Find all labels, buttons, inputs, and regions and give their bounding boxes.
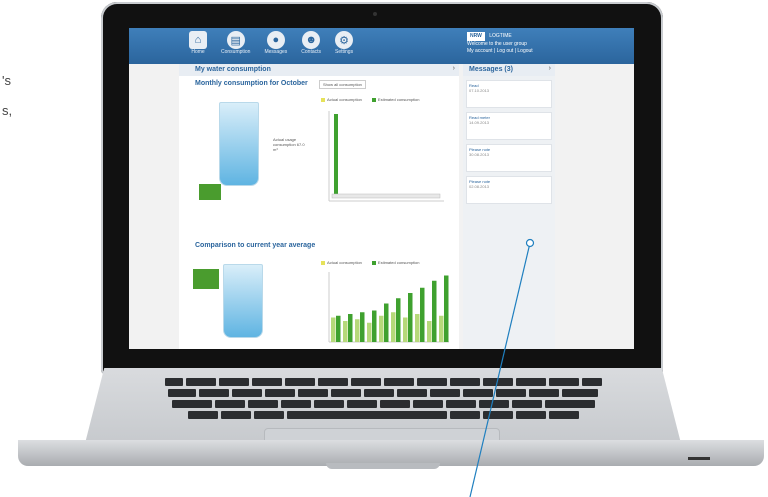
legend-actual-label: Actual consumption: [327, 97, 362, 102]
legend-estimated-label: Estimated consumption: [377, 97, 420, 102]
collapse-icon[interactable]: ›: [453, 65, 455, 72]
camera: [373, 12, 377, 16]
comparison-chart: [328, 272, 449, 343]
nav-home-label: Home: [191, 49, 205, 55]
messages-panel: Messages (3) › Read 07.10.2013 Read meter…: [463, 64, 555, 349]
app-header: ⌂ Home ▤ Consumption ● Messages ☻ Contac…: [129, 28, 634, 64]
glass-illustration-2: [223, 264, 263, 338]
user-heading: LOGTIME: [489, 33, 512, 39]
monthly-chart: [328, 111, 444, 202]
lid-notch: [326, 463, 440, 469]
side-text-bottom: s,: [2, 103, 13, 118]
bar-estimated: [384, 303, 389, 342]
contacts-icon: ☻: [302, 31, 321, 49]
messages-expand-icon[interactable]: ›: [549, 65, 551, 72]
side-text-top: 's: [2, 73, 11, 88]
message-item[interactable]: Please note 02.08.2013: [466, 176, 552, 204]
comparison-legend-actual: Actual consumption: [321, 260, 362, 265]
user-links[interactable]: My account | Log out | Logout: [467, 48, 533, 54]
bar-actual: [379, 315, 384, 342]
message-date: 02.08.2013: [469, 184, 490, 189]
bar-estimated: [432, 280, 437, 342]
glass-tag-2: [193, 269, 219, 289]
glass-illustration-1: [219, 102, 259, 186]
comparison-legend-estimated: Estimated consumption: [371, 260, 420, 265]
comparison-legend-actual-label: Actual consumption: [327, 260, 362, 265]
bar-actual: [367, 322, 372, 342]
messages-title: Messages (3): [469, 66, 513, 73]
legend-estimated: Estimated consumption: [371, 97, 420, 102]
nav-home[interactable]: ⌂ Home: [189, 31, 207, 55]
nav-messages[interactable]: ● Messages: [264, 31, 287, 55]
main-title: My water consumption: [195, 66, 271, 73]
laptop-screen: ⌂ Home ▤ Consumption ● Messages ☻ Contac…: [129, 28, 634, 349]
nav-consumption-label: Consumption: [221, 49, 251, 55]
bar-actual: [439, 315, 444, 342]
message-item[interactable]: Read meter 14.09.2013: [466, 112, 552, 140]
bar-estimated: [420, 287, 425, 342]
bar-actual: [343, 321, 348, 342]
nav-contacts[interactable]: ☻ Contacts: [301, 31, 321, 55]
comparison-legend: Actual consumption Estimated consumption: [321, 260, 420, 265]
bar-actual: [427, 321, 432, 342]
bar-actual: [355, 319, 360, 342]
main-panel: My water consumption › Monthly consumpti…: [179, 64, 459, 349]
monthly-title: Monthly consumption for October: [195, 80, 308, 87]
message-item[interactable]: Read 07.10.2013: [466, 80, 552, 108]
legend-actual: Actual consumption: [321, 97, 362, 102]
main-nav: ⌂ Home ▤ Consumption ● Messages ☻ Contac…: [189, 31, 353, 55]
bar-estimated: [444, 275, 449, 342]
comparison-title: Comparison to current year average: [195, 242, 316, 249]
bar-actual: [331, 317, 336, 342]
main-title-bar: My water consumption ›: [179, 64, 459, 76]
brand-logo: NRW: [467, 32, 485, 41]
user-welcome: Welcome to the user group: [467, 41, 527, 47]
nav-contacts-label: Contacts: [301, 49, 321, 55]
bar-actual: [391, 312, 396, 342]
bar-estimated: [408, 293, 413, 342]
monthly-select[interactable]: Show all consumption: [319, 80, 366, 89]
glass-tag-1: [199, 184, 221, 200]
home-icon: ⌂: [189, 31, 207, 49]
monthly-legend: Actual consumption Estimated consumption: [321, 97, 420, 102]
nav-settings[interactable]: ⚙ Settings: [335, 31, 353, 55]
message-item[interactable]: Please note 30.08.2013: [466, 144, 552, 172]
bar-actual: [403, 317, 408, 342]
bar-actual: [415, 314, 420, 342]
keyboard: [113, 378, 653, 423]
bar-estimated: [348, 314, 353, 342]
bar-estimated: [336, 315, 341, 342]
bar-estimated: [360, 312, 365, 342]
message-date: 14.09.2013: [469, 120, 490, 125]
message-date: 30.08.2013: [469, 152, 490, 157]
document-icon: ▤: [226, 31, 245, 49]
status-led: [688, 457, 710, 460]
nav-settings-label: Settings: [335, 49, 354, 55]
nav-messages-label: Messages: [264, 49, 288, 55]
message-date: 07.10.2013: [469, 88, 490, 93]
gear-icon: ⚙: [335, 31, 354, 49]
bar-estimated: [396, 298, 401, 342]
chat-icon: ●: [266, 31, 285, 49]
nav-consumption[interactable]: ▤ Consumption: [221, 31, 250, 55]
bar-estimated: [372, 310, 377, 342]
glass-usage-text: Actual usage consumption 67.0 m³: [273, 137, 305, 152]
comparison-legend-estimated-label: Estimated consumption: [377, 260, 420, 265]
user-info: NRW LOGTIME Welcome to the user group My…: [467, 32, 533, 55]
messages-title-bar: Messages (3) ›: [463, 64, 555, 76]
